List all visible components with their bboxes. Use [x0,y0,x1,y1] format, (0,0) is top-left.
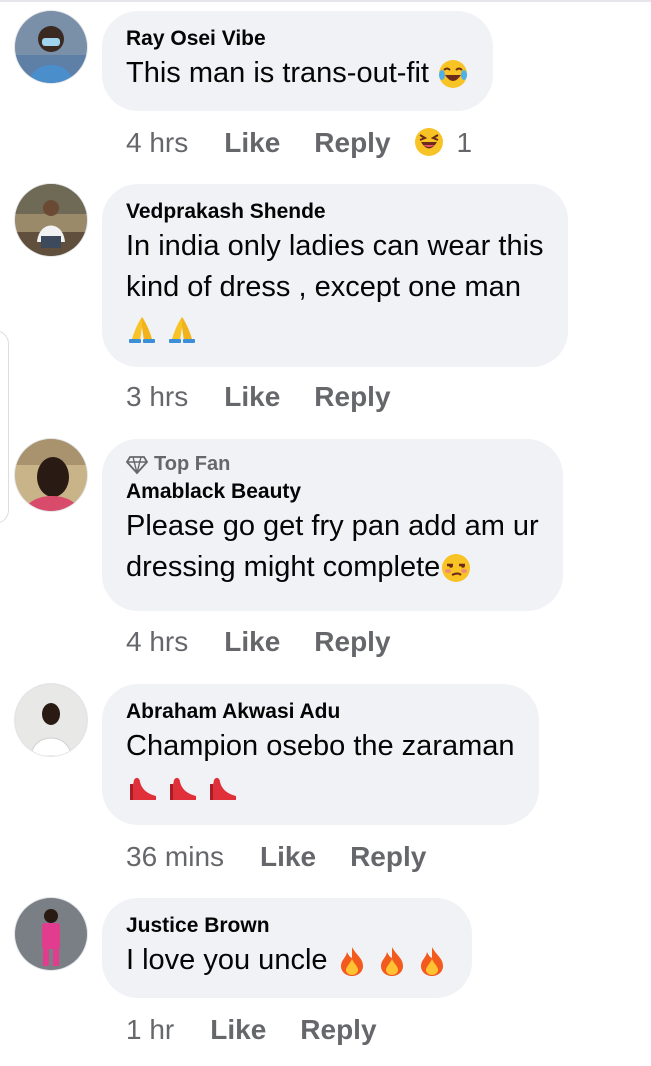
folded-hands-emoji-icon [166,313,198,345]
comment-bubble[interactable]: Top Fan Amablack Beauty Please go get fr… [102,439,563,611]
comment-actions: 3 hrs Like Reply [126,381,391,413]
laughing-crying-emoji-icon [437,58,469,90]
comment-text-line: dressing might complete [126,551,441,583]
side-panel-edge[interactable] [0,330,9,524]
comment-actions: 1 hr Like Reply [126,1014,377,1046]
comment-text-line: Champion osebo the zaraman [126,730,515,762]
comment-time[interactable]: 3 hrs [126,381,188,413]
avatar[interactable] [15,11,87,83]
comment-actions: 4 hrs Like Reply [126,626,391,658]
avatar[interactable] [15,684,87,756]
laughing-emoji-icon [413,126,447,160]
reply-button[interactable]: Reply [350,841,426,873]
fire-emoji-icon [336,945,368,977]
top-divider [0,0,651,2]
comment-text: In india only ladies can wear this kind … [126,226,544,349]
like-button[interactable]: Like [210,1014,266,1046]
like-button[interactable]: Like [224,127,280,159]
comment-author[interactable]: Amablack Beauty [126,478,539,506]
comment-author[interactable]: Justice Brown [126,912,448,940]
reply-button[interactable]: Reply [314,381,390,413]
comment-bubble[interactable]: Justice Brown I love you uncle [102,898,472,998]
comment-bubble[interactable]: Ray Osei Vibe This man is trans-out-fit [102,11,494,111]
like-button[interactable]: Like [260,841,316,873]
fire-emoji-icon [416,945,448,977]
comment-time[interactable]: 1 hr [126,1014,174,1046]
comment-text: Champion osebo the zaraman [126,726,515,808]
avatar[interactable] [15,184,87,256]
comment-text: Please go get fry pan add am ur dressing… [126,506,539,588]
comment-text-line: kind of dress , except one man [126,271,521,303]
comment-text-line: I love you uncle [126,944,328,976]
comment-author[interactable]: Abraham Akwasi Adu [126,698,515,726]
comment-author[interactable]: Vedprakash Shende [126,198,544,226]
folded-hands-emoji-icon [126,313,158,345]
avatar[interactable] [15,898,87,970]
comment-text-line: Please go get fry pan add am ur [126,510,539,542]
comment-bubble[interactable]: Vedprakash Shende In india only ladies c… [102,184,568,367]
emoji-row [126,308,544,349]
reply-button[interactable]: Reply [314,127,390,159]
comment-text-line: This man is trans-out-fit [126,57,429,89]
emoji-row [126,767,515,808]
like-button[interactable]: Like [224,381,280,413]
badge-label: Top Fan [154,453,231,475]
high-heel-emoji-icon [126,772,158,804]
comment-text: This man is trans-out-fit [126,53,469,94]
fire-emoji-icon [376,945,408,977]
high-heel-emoji-icon [166,772,198,804]
comment-actions: 36 mins Like Reply [126,841,426,873]
comment-time[interactable]: 4 hrs [126,626,188,658]
comment-bubble[interactable]: Abraham Akwasi Adu Champion osebo the za… [102,684,539,825]
reaction-count: 1 [456,127,473,158]
top-fan-badge[interactable]: Top Fan [126,453,539,476]
comment-text-line: In india only ladies can wear this [126,230,544,262]
comment-time[interactable]: 36 mins [126,841,224,873]
like-button[interactable]: Like [224,626,280,658]
comment-time[interactable]: 4 hrs [126,127,188,159]
reply-button[interactable]: Reply [314,626,390,658]
reaction-summary[interactable]: 1 [413,126,473,160]
unamused-emoji-icon [440,552,472,584]
diamond-icon [126,455,148,474]
comment-text-line-wrap: dressing might complete [126,547,539,588]
avatar[interactable] [15,439,87,511]
reply-button[interactable]: Reply [300,1014,376,1046]
comment-actions: 4 hrs Like Reply 1 [126,126,472,160]
comment-author[interactable]: Ray Osei Vibe [126,25,469,53]
high-heel-emoji-icon [206,772,238,804]
comment-text: I love you uncle [126,940,448,981]
